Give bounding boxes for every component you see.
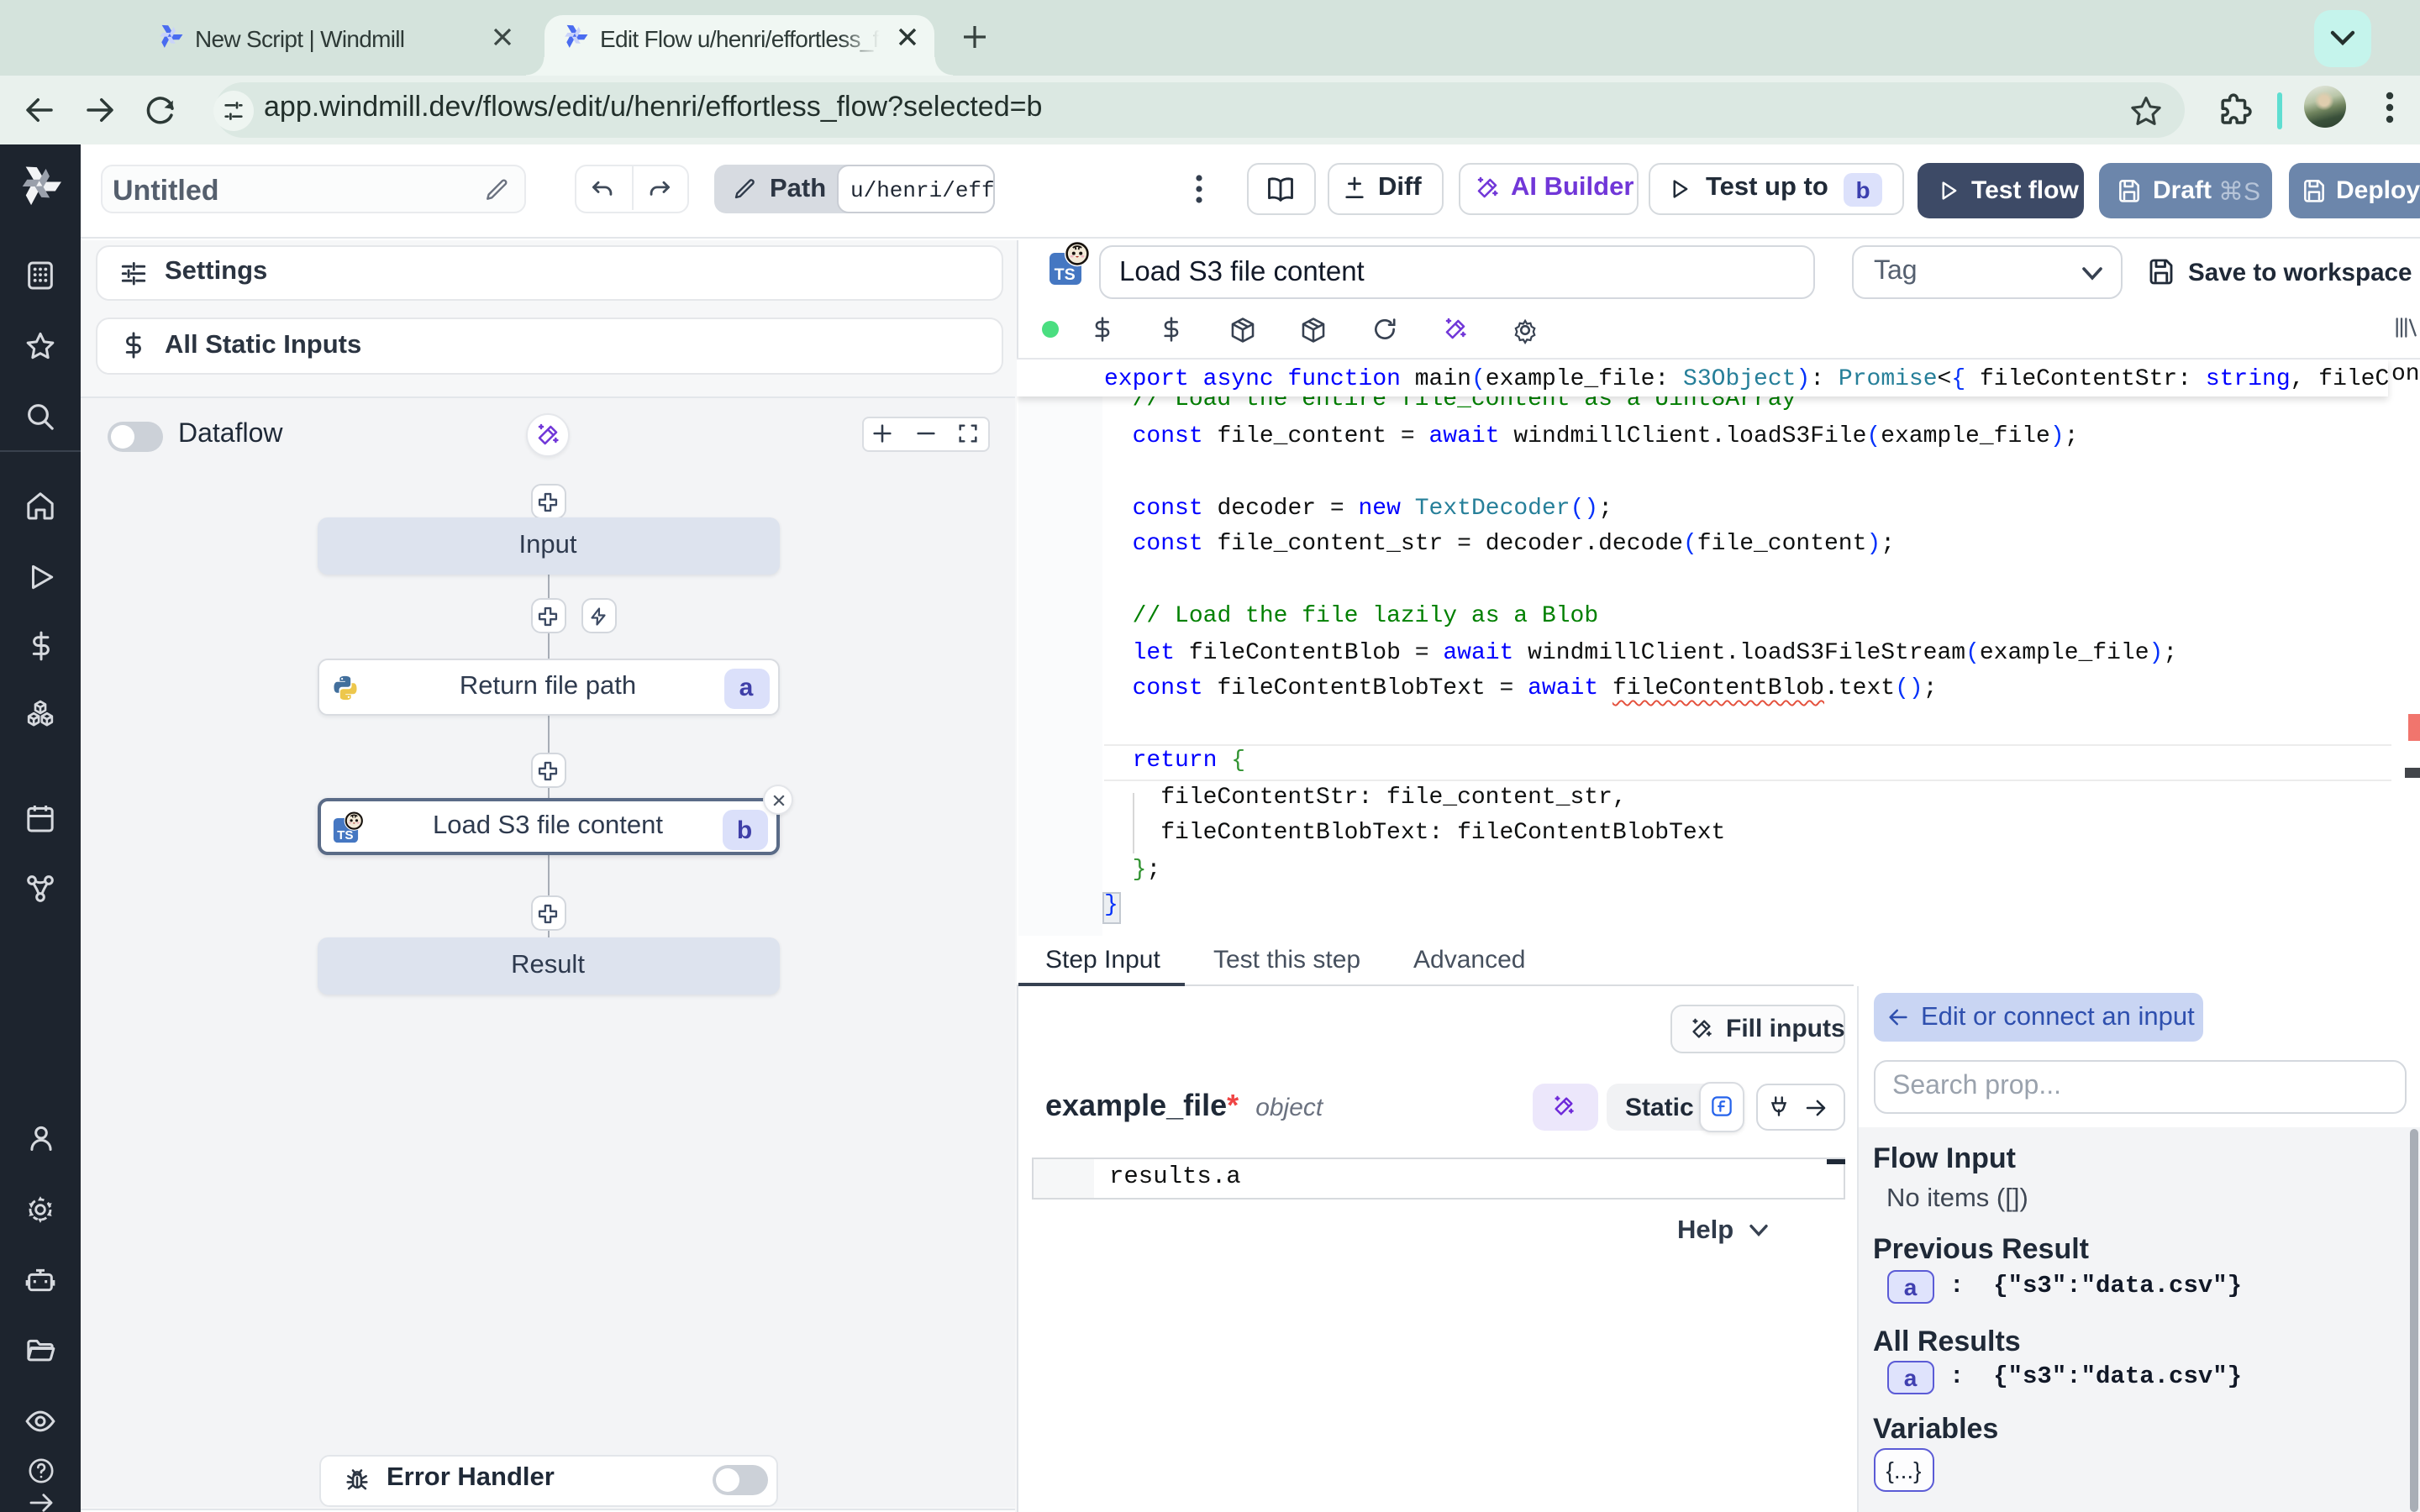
- svg-text:TS: TS: [1055, 265, 1076, 283]
- svg-text:TS: TS: [336, 828, 352, 843]
